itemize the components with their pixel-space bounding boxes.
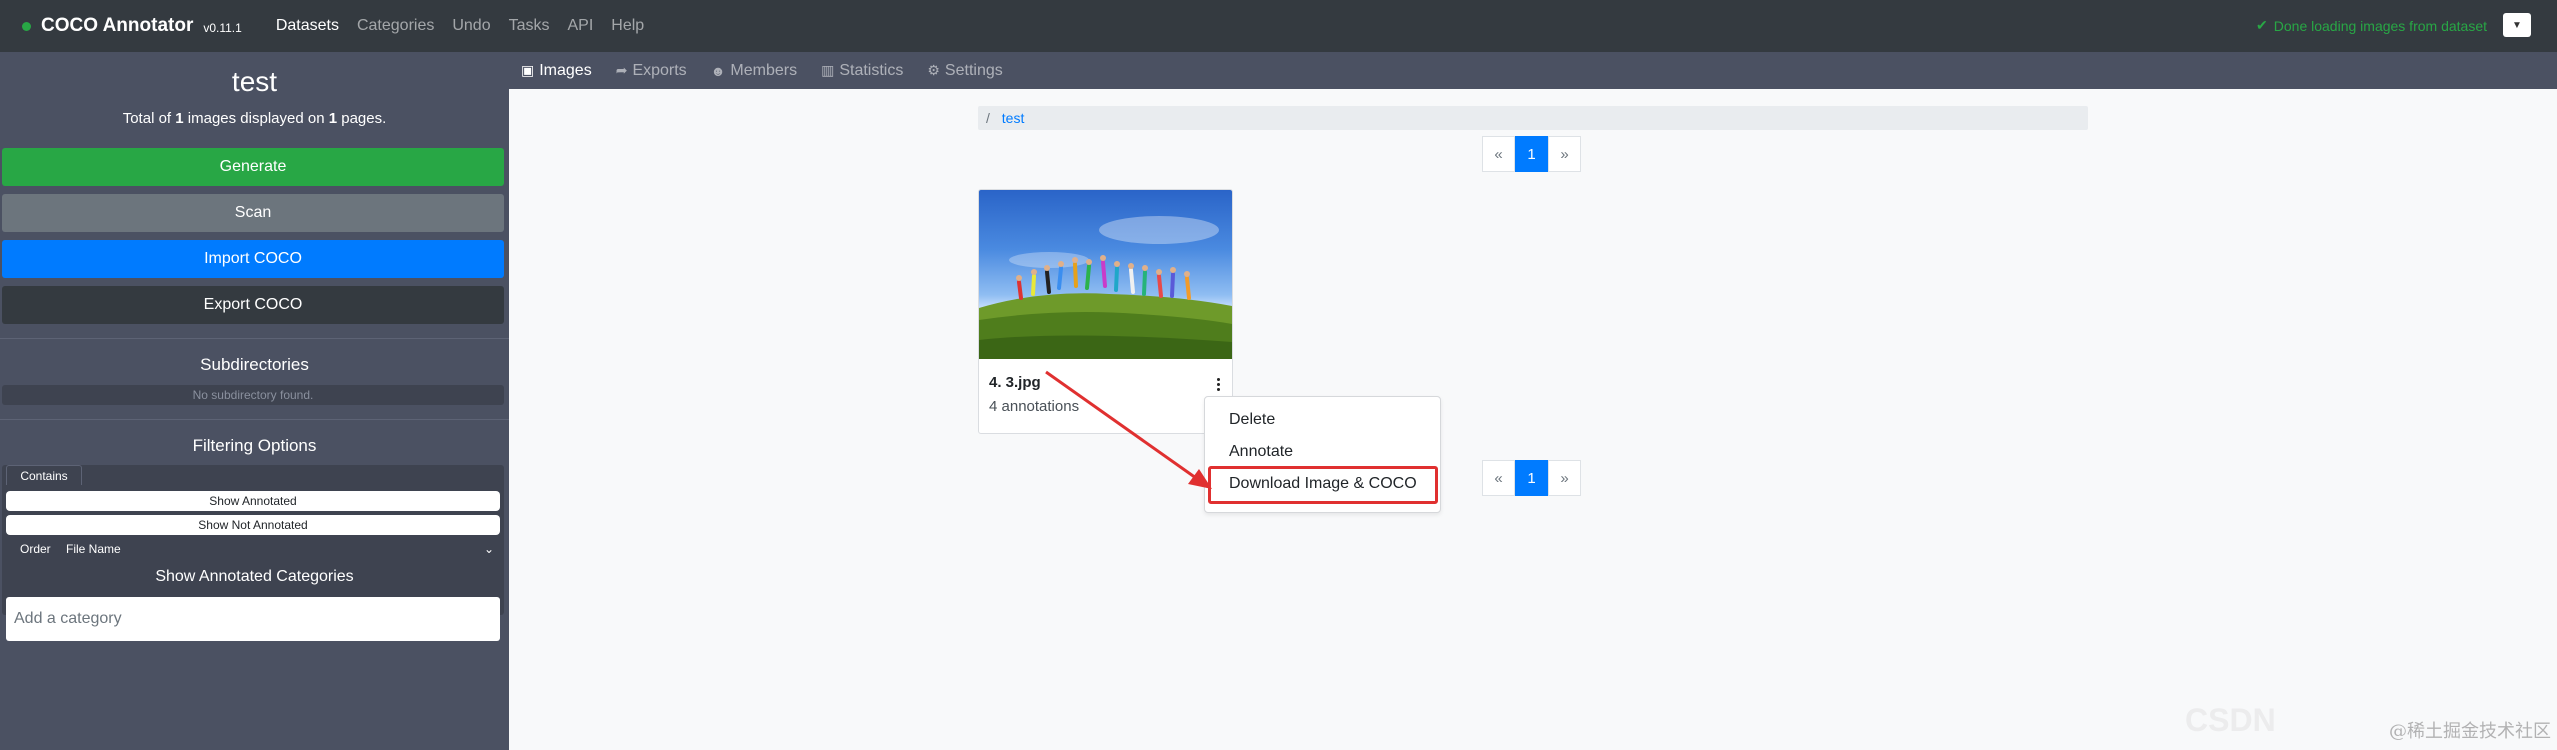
users-icon: ☻ [710,62,726,79]
app-brand[interactable]: COCO Annotator [41,15,193,37]
image-thumbnail[interactable] [979,190,1232,359]
show-not-annotated-button[interactable]: Show Not Annotated [6,515,500,535]
subdirectories-empty: No subdirectory found. [2,385,504,405]
pagination-next[interactable]: » [1548,136,1581,172]
thumbnail-photo [979,216,1232,359]
pagination-prev[interactable]: « [1482,460,1515,496]
nav-undo[interactable]: Undo [452,17,490,35]
show-annotated-button[interactable]: Show Annotated [6,491,500,511]
tab-images-label: Images [539,61,592,79]
divider [0,419,509,420]
divider [0,338,509,339]
summary-middle: images displayed on [187,110,325,127]
more-vertical-icon[interactable] [1214,377,1222,393]
order-label: Order [20,542,51,556]
categories-heading: Show Annotated Categories [155,568,354,585]
top-navbar: COCO Annotator v0.11.1 Datasets Categori… [0,0,2557,52]
tab-exports[interactable]: ➦ Exports [616,62,687,80]
gear-icon: ⚙ [927,62,940,78]
export-coco-button[interactable]: Export COCO [2,286,504,324]
contains-tab[interactable]: Contains [6,465,82,485]
chevron-down-icon: ⌄ [483,542,494,556]
pagination-next[interactable]: » [1548,460,1581,496]
image-filename: 4. 3.jpg [989,374,1041,391]
main-nav: Datasets Categories Undo Tasks API Help [276,17,662,35]
tab-members[interactable]: ☻ Members [711,62,797,80]
faint-watermark-logo: CSDN [2185,702,2276,738]
subdirectories-heading: Subdirectories [200,355,309,374]
nav-api[interactable]: API [568,17,594,35]
image-annotation-count: 4 annotations [989,398,1080,415]
tab-settings-label: Settings [944,61,1003,79]
summary-suffix: pages. [341,110,387,127]
dataset-subnav: ▣ Images ➦ Exports ☻ Members ▥ Statistics ⚙ S… [509,52,2557,89]
sidebar: test Total of 1 images displayed on 1 pa… [0,52,509,750]
tab-members-label: Members [730,61,798,79]
nav-help[interactable]: Help [611,17,644,35]
user-dropdown-button[interactable]: ▼ [2503,13,2531,37]
tab-images[interactable]: ▣ Images [521,62,592,80]
scan-button[interactable]: Scan [2,194,504,232]
nav-categories[interactable]: Categories [357,17,434,35]
order-value: File Name [66,542,121,556]
generate-button[interactable]: Generate [2,148,504,186]
summary-page-count: 1 [328,110,338,127]
tab-settings[interactable]: ⚙ Settings [927,62,1002,80]
pagination-bottom: « 1 » [1482,460,1581,496]
breadcrumb-item[interactable]: test [1002,110,1025,126]
order-select[interactable]: File Name ⌄ [66,542,500,556]
image-card[interactable]: 4. 3.jpg 4 annotations [978,189,1233,434]
menu-annotate[interactable]: Annotate [1229,443,1293,461]
app-version: v0.11.1 [203,21,242,35]
status-dot-icon [22,21,31,31]
status-text: Done loading images from dataset [2273,17,2487,34]
check-icon: ✔ [2256,17,2268,33]
bar-chart-icon: ▥ [821,62,835,78]
pagination-page[interactable]: 1 [1515,460,1548,496]
highlight-box [1208,466,1438,504]
share-icon: ➦ [615,62,628,78]
pagination-page[interactable]: 1 [1515,136,1548,172]
summary-prefix: Total of [122,110,172,127]
menu-delete[interactable]: Delete [1229,411,1275,429]
summary-image-count: 1 [175,110,184,127]
order-row: Order File Name ⌄ [6,538,500,560]
status-message: ✔ Done loading images from dataset [2256,17,2487,34]
tab-exports-label: Exports [632,61,687,79]
caret-down-icon: ▼ [2512,19,2522,31]
nav-datasets[interactable]: Datasets [276,17,339,35]
tab-statistics[interactable]: ▥ Statistics [821,62,903,80]
category-input[interactable]: Add a category [6,597,500,641]
import-coco-button[interactable]: Import COCO [2,240,504,278]
watermark-text: @稀土掘金技术社区 [2389,721,2551,742]
dataset-title: test [231,66,278,97]
pagination-top: « 1 » [1482,136,1581,172]
nav-tasks[interactable]: Tasks [509,17,550,35]
pagination-prev[interactable]: « [1482,136,1515,172]
dataset-summary: Total of 1 images displayed on 1 pages. [0,110,509,127]
breadcrumb: / test [978,106,2088,130]
filtering-heading: Filtering Options [192,436,317,455]
tab-statistics-label: Statistics [839,61,904,79]
breadcrumb-separator: / [986,110,990,126]
image-icon: ▣ [521,62,535,78]
